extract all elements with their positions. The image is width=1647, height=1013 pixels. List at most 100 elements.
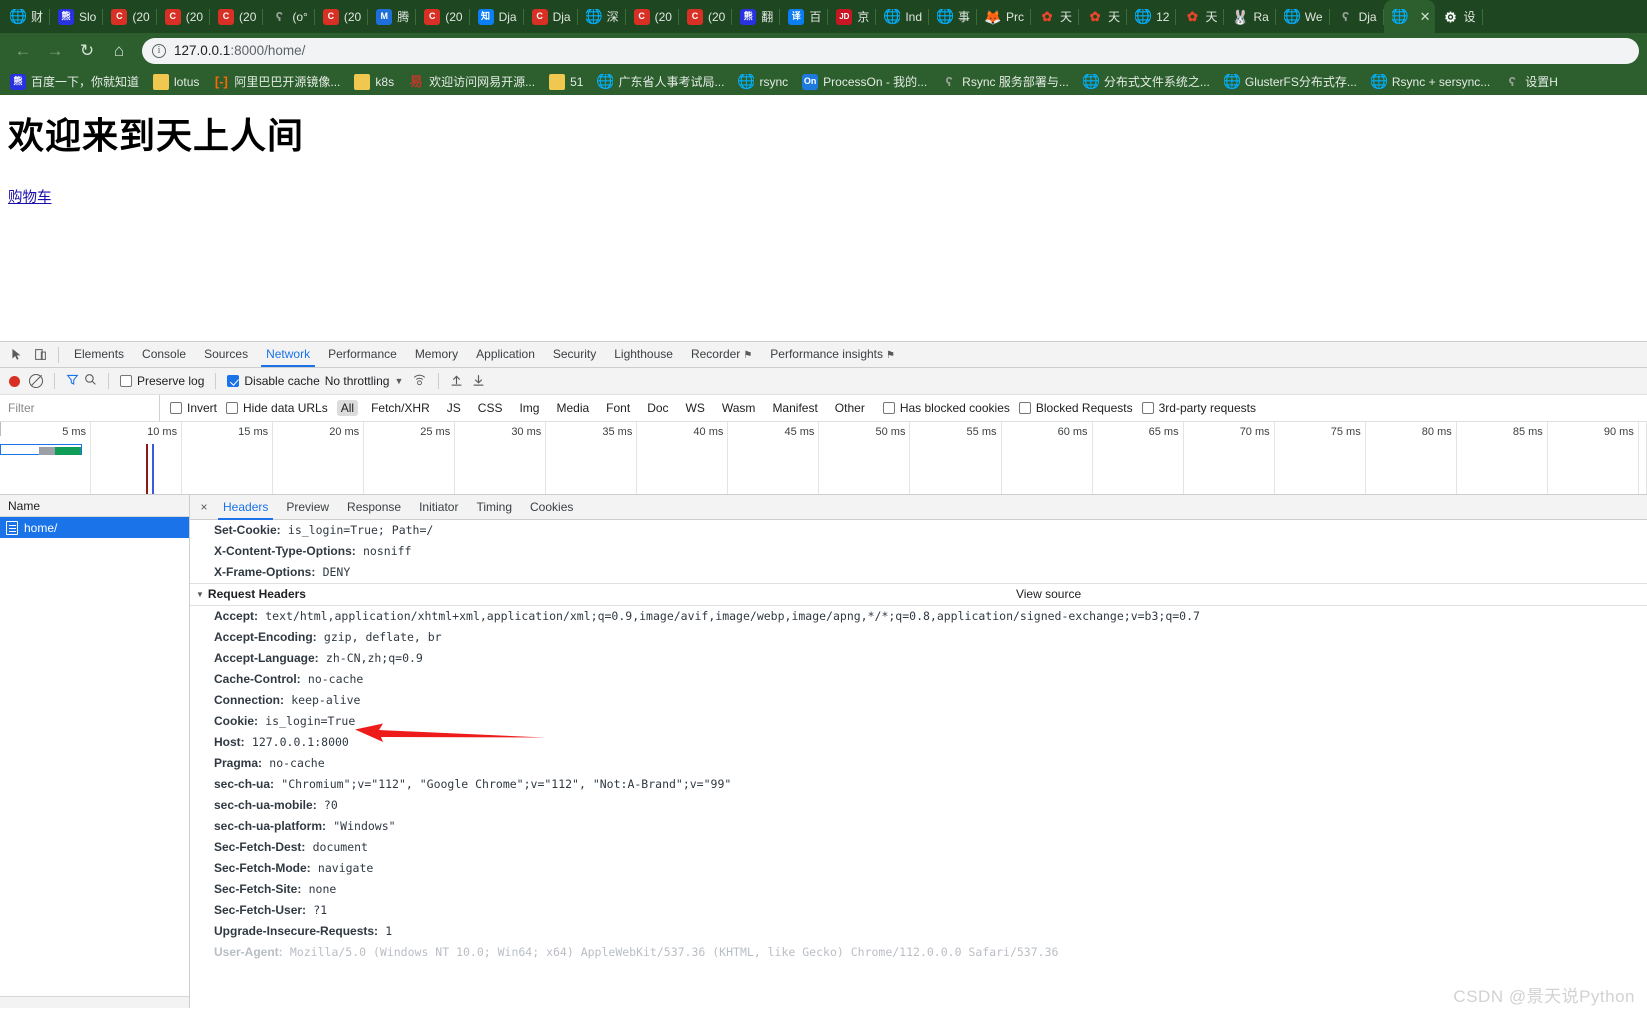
chevron-down-icon[interactable]: ▼ [196, 583, 204, 606]
filter-type-font[interactable]: Font [602, 400, 634, 416]
inspect-element-icon[interactable] [4, 344, 28, 366]
browser-tab-2[interactable]: C (20 [103, 0, 157, 33]
bookmark-item-4[interactable]: 易欢迎访问网易开源... [402, 71, 541, 92]
browser-tab-0[interactable]: 🌐 财 [2, 0, 51, 33]
filter-input[interactable]: Filter [0, 395, 160, 421]
detail-tab-preview[interactable]: Preview [277, 495, 338, 520]
tab-lighthouse[interactable]: Lighthouse [605, 342, 682, 367]
detail-tab-headers[interactable]: Headers [214, 495, 277, 520]
browser-tab-20[interactable]: ✿ 天 [1031, 0, 1080, 33]
browser-tab-18[interactable]: 🌐 事 [929, 0, 978, 33]
disable-cache-checkbox[interactable]: Disable cache [227, 374, 320, 388]
chevron-down-icon[interactable]: ▼ [394, 376, 403, 386]
browser-tab-10[interactable]: C Dja [524, 0, 578, 33]
filter-type-media[interactable]: Media [552, 400, 593, 416]
bookmark-item-11[interactable]: 🌐 GlusterFS分布式存... [1218, 71, 1363, 92]
search-icon[interactable] [84, 373, 97, 389]
bookmark-item-8[interactable]: On ProcessOn - 我的... [796, 71, 933, 92]
tab-application[interactable]: Application [467, 342, 544, 367]
home-button[interactable]: ⌂ [104, 37, 134, 65]
address-bar[interactable]: i 127.0.0.1:8000/home/ [142, 37, 1639, 64]
filter-type-fetch-xhr[interactable]: Fetch/XHR [367, 400, 434, 416]
browser-tab-8[interactable]: C (20 [416, 0, 470, 33]
device-toolbar-icon[interactable] [28, 344, 52, 366]
browser-tab-22[interactable]: 🌐 12 [1127, 0, 1177, 33]
bookmark-item-0[interactable]: 熊百度一下，你就知道 [4, 71, 145, 92]
export-har-icon[interactable] [472, 373, 485, 390]
request-headers-section[interactable]: ▼ Request Headers View source [190, 583, 1647, 606]
tab-sources[interactable]: Sources [195, 342, 257, 367]
tab-performance[interactable]: Performance [319, 342, 406, 367]
browser-tab-3[interactable]: C (20 [157, 0, 211, 33]
detail-tab-timing[interactable]: Timing [467, 495, 521, 520]
bookmark-item-13[interactable]: ʕ 设置H [1498, 71, 1564, 92]
tab-recorder[interactable]: Recorder ⚑ [682, 342, 761, 367]
tab-security[interactable]: Security [544, 342, 605, 367]
has-blocked-cookies-checkbox[interactable]: Has blocked cookies [882, 401, 1010, 415]
filter-type-ws[interactable]: WS [682, 400, 709, 416]
settings-tab[interactable]: ⚙ 设 [1435, 0, 1483, 33]
bookmark-item-10[interactable]: 🌐 分布式文件系统之... [1077, 71, 1216, 92]
browser-tab-14[interactable]: 熊翻 [732, 0, 781, 33]
preserve-log-checkbox[interactable]: Preserve log [120, 374, 204, 388]
active-tab[interactable]: 🌐 ✕ [1383, 0, 1435, 33]
requests-column-header[interactable]: Name [0, 495, 189, 517]
wifi-settings-icon[interactable] [412, 373, 427, 389]
reload-button[interactable]: ↻ [72, 37, 102, 65]
blocked-requests-checkbox[interactable]: Blocked Requests [1018, 401, 1133, 415]
browser-tab-15[interactable]: 译百 [780, 0, 829, 33]
browser-tab-9[interactable]: 知 Dja [470, 0, 524, 33]
browser-tab-25[interactable]: 🌐 We [1276, 0, 1330, 33]
third-party-requests-checkbox[interactable]: 3rd-party requests [1141, 401, 1256, 415]
detail-tab-cookies[interactable]: Cookies [521, 495, 582, 520]
filter-type-img[interactable]: Img [515, 400, 543, 416]
info-icon[interactable]: i [152, 43, 166, 58]
tab-memory[interactable]: Memory [406, 342, 467, 367]
browser-tab-17[interactable]: 🌐 Ind [876, 0, 929, 33]
clear-icon[interactable] [29, 374, 43, 388]
bookmark-item-1[interactable]: lotus [147, 72, 205, 92]
browser-tab-7[interactable]: M腾 [368, 0, 417, 33]
table-row[interactable]: home/ [0, 517, 189, 538]
bookmark-item-5[interactable]: 51 [543, 72, 589, 92]
browser-tab-24[interactable]: 🐰 Ra [1224, 0, 1276, 33]
tab-performance-insights[interactable]: Performance insights ⚑ [761, 342, 904, 367]
filter-type-all[interactable]: All [336, 400, 359, 416]
bookmark-item-12[interactable]: 🌐 Rsync + sersync... [1365, 72, 1496, 92]
browser-tab-16[interactable]: JD 京 [828, 0, 877, 33]
filter-type-wasm[interactable]: Wasm [718, 400, 760, 416]
tab-console[interactable]: Console [133, 342, 195, 367]
browser-tab-6[interactable]: C (20 [315, 0, 369, 33]
filter-funnel-icon[interactable] [66, 373, 79, 389]
filter-type-other[interactable]: Other [831, 400, 869, 416]
browser-tab-23[interactable]: ✿ 天 [1176, 0, 1225, 33]
forward-button[interactable]: → [40, 37, 70, 65]
close-icon[interactable]: × [194, 500, 214, 514]
filter-type-css[interactable]: CSS [474, 400, 507, 416]
bookmark-item-9[interactable]: ʕ Rsync 服务部署与... [935, 71, 1075, 92]
timeline-selection-bar[interactable] [0, 444, 82, 455]
throttling-select[interactable]: No throttling [325, 374, 390, 388]
bookmark-item-2[interactable]: [-] 阿里巴巴开源镜像... [207, 71, 346, 92]
bookmark-item-3[interactable]: k8s [348, 72, 400, 92]
invert-checkbox[interactable]: Invert [170, 401, 217, 415]
detail-tab-response[interactable]: Response [338, 495, 410, 520]
tab-network[interactable]: Network [257, 342, 319, 367]
filter-type-doc[interactable]: Doc [643, 400, 672, 416]
view-source-link[interactable]: View source [1016, 583, 1081, 606]
browser-tab-5[interactable]: ʕ (o° [263, 0, 315, 33]
browser-tab-19[interactable]: 🦊 Prc [977, 0, 1032, 33]
bookmark-item-6[interactable]: 🌐 广东省人事考试局... [591, 71, 730, 92]
import-har-icon[interactable] [450, 373, 463, 390]
browser-tab-12[interactable]: C (20 [626, 0, 679, 33]
browser-tab-26[interactable]: ʕ Dja [1330, 0, 1384, 33]
hide-data-urls-checkbox[interactable]: Hide data URLs [226, 401, 328, 415]
browser-tab-4[interactable]: C (20 [210, 0, 264, 33]
browser-tab-1[interactable]: 熊 Slo [50, 0, 104, 33]
bookmark-item-7[interactable]: 🌐 rsync [732, 72, 794, 92]
filter-type-js[interactable]: JS [443, 400, 465, 416]
filter-type-manifest[interactable]: Manifest [768, 400, 821, 416]
detail-tab-initiator[interactable]: Initiator [410, 495, 467, 520]
cart-link[interactable]: 购物车 [8, 186, 52, 207]
browser-tab-11[interactable]: 🌐 深 [578, 0, 626, 33]
